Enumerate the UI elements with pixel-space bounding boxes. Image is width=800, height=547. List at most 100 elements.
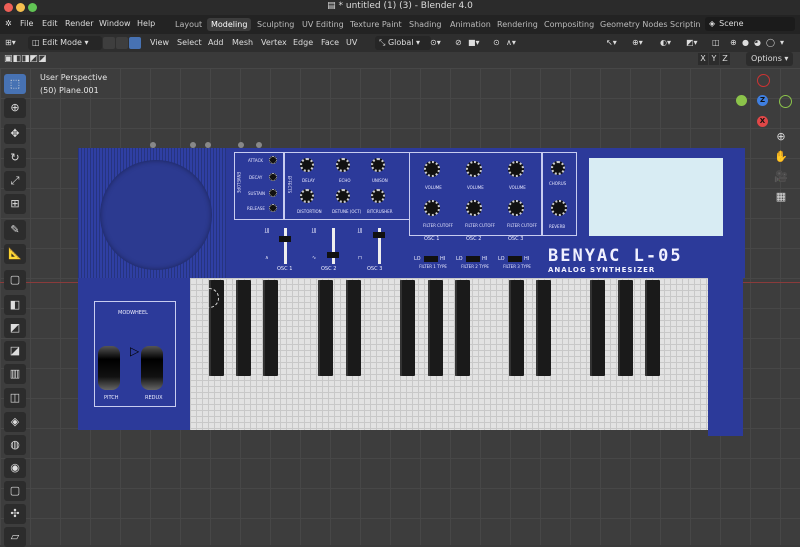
move-tool-icon[interactable]: ✥ [4,124,26,144]
pivot-icon[interactable]: ⊙▾ [430,38,441,47]
black-key[interactable] [400,280,415,376]
vertex-select-button[interactable] [103,37,115,49]
sustain-knob[interactable] [269,189,277,197]
overlay-toggle-icon[interactable]: ◐▾ [660,38,671,47]
menu-render[interactable]: Render [65,19,93,28]
tab-uv-editing[interactable]: UV Editing [298,18,348,31]
tab-shading[interactable]: Shading [405,18,446,31]
bitcrusher-knob[interactable] [371,189,385,203]
rendered-shading-icon[interactable]: ◯ [766,38,775,47]
camera-view-icon[interactable]: 🎥 [772,168,790,186]
filter2-switch[interactable] [466,256,480,262]
osc2-volume-knob[interactable] [466,161,482,177]
3d-cursor-icon[interactable] [199,288,219,308]
proportional-edit-icon[interactable]: ⊙ [493,38,500,47]
menu-mesh[interactable]: Mesh [232,38,253,47]
solid-shading-icon[interactable]: ● [742,38,749,47]
loop-cut-tool-icon[interactable]: ▥ [4,364,26,384]
pitch-wheel[interactable] [98,346,120,390]
options-dropdown[interactable]: Options ▾ [746,52,794,66]
black-key[interactable] [236,280,251,376]
mesh-overlay-icon[interactable]: ◩▾ [686,38,698,47]
perspective-grid-icon[interactable]: ▦ [772,188,790,206]
gizmo-z-axis[interactable]: Z [757,95,768,106]
unison-knob[interactable] [371,158,385,172]
filter3-switch[interactable] [508,256,522,262]
annotate-tool-icon[interactable]: ✎ [4,220,26,240]
cursor-tool-icon[interactable]: ⊕ [4,98,26,118]
distortion-knob[interactable] [300,189,314,203]
blender-logo-icon[interactable]: ✲ [5,19,12,28]
edge-slide-tool-icon[interactable]: ▢ [4,481,26,501]
transform-tool-icon[interactable]: ⊞ [4,194,26,214]
osc2-filter-knob[interactable] [466,200,482,216]
gizmo-neg-z[interactable] [757,74,770,87]
osc3-volume-knob[interactable] [508,161,524,177]
mirror-x-button[interactable]: X [698,53,708,65]
bevel-tool-icon[interactable]: ◪ [4,341,26,361]
menu-help[interactable]: Help [137,19,155,28]
black-key[interactable] [346,280,361,376]
select-box-tool-icon[interactable]: ⬚ [4,74,26,94]
osc2-slider-handle[interactable] [327,252,339,258]
black-key[interactable] [455,280,470,376]
scene-selector[interactable]: ◈ Scene [705,17,795,31]
mirror-y-button[interactable]: Y [709,53,719,65]
menu-uv[interactable]: UV [346,38,357,47]
mirror-z-button[interactable]: Z [720,53,730,65]
chorus-knob[interactable] [551,161,565,175]
rotate-tool-icon[interactable]: ↻ [4,148,26,168]
gizmo-y-axis[interactable]: Y [736,95,747,106]
gizmo-x-axis[interactable]: X [757,116,768,127]
knife-tool-icon[interactable]: ◫ [4,388,26,408]
menu-edge[interactable]: Edge [293,38,313,47]
menu-edit[interactable]: Edit [42,19,58,28]
black-key[interactable] [590,280,605,376]
menu-select[interactable]: Select [177,38,202,47]
select-mode-icons[interactable]: ▣◧◨◩◪ [4,54,47,64]
decay-knob[interactable] [269,173,277,181]
redux-wheel[interactable] [141,346,163,390]
shrink-tool-icon[interactable]: ✣ [4,504,26,524]
scale-tool-icon[interactable]: ⤢ [4,171,26,191]
black-key[interactable] [536,280,551,376]
inset-tool-icon[interactable]: ◩ [4,318,26,338]
mode-dropdown[interactable]: ◫ Edit Mode ▾ [28,36,102,50]
black-key[interactable] [428,280,443,376]
pan-hand-icon[interactable]: ✋ [772,148,790,166]
spin-tool-icon[interactable]: ◍ [4,435,26,455]
tab-geometry-nodes[interactable]: Geometry Nodes [596,18,671,31]
xray-icon[interactable]: ◫ [712,38,720,47]
osc2-slider[interactable] [332,228,335,264]
tab-sculpting[interactable]: Sculpting [253,18,298,31]
falloff-icon[interactable]: ∧▾ [506,38,516,47]
face-select-button[interactable] [129,37,141,49]
tab-layout[interactable]: Layout [171,18,206,31]
tab-animation[interactable]: Animation [446,18,495,31]
gizmo-neg-x[interactable] [779,95,792,108]
osc1-volume-knob[interactable] [424,161,440,177]
add-cube-tool-icon[interactable]: ▢ [4,270,26,290]
shading-options-icon[interactable]: ▾ [780,38,784,47]
attack-knob[interactable] [269,156,277,164]
snap-icon[interactable]: ⊘ [455,38,462,47]
black-key[interactable] [318,280,333,376]
wireframe-shading-icon[interactable]: ⊕ [730,38,737,47]
orientation-dropdown[interactable]: ⤡ Global ▾ [375,36,431,50]
osc1-slider-handle[interactable] [279,236,291,242]
menu-file[interactable]: File [20,19,33,28]
tab-rendering[interactable]: Rendering [493,18,542,31]
shear-tool-icon[interactable]: ▱ [4,527,26,547]
menu-face[interactable]: Face [321,38,339,47]
osc3-filter-knob[interactable] [508,200,524,216]
reverb-knob[interactable] [551,200,567,216]
osc1-filter-knob[interactable] [424,200,440,216]
editor-type-icon[interactable]: ⊞▾ [5,38,16,47]
edge-select-button[interactable] [116,37,128,49]
detune-knob[interactable] [336,189,350,203]
tab-modeling[interactable]: Modeling [207,18,252,31]
black-key[interactable] [263,280,278,376]
extrude-tool-icon[interactable]: ◧ [4,295,26,315]
gizmo-toggle-icon[interactable]: ⊕▾ [632,38,643,47]
menu-vertex[interactable]: Vertex [261,38,287,47]
